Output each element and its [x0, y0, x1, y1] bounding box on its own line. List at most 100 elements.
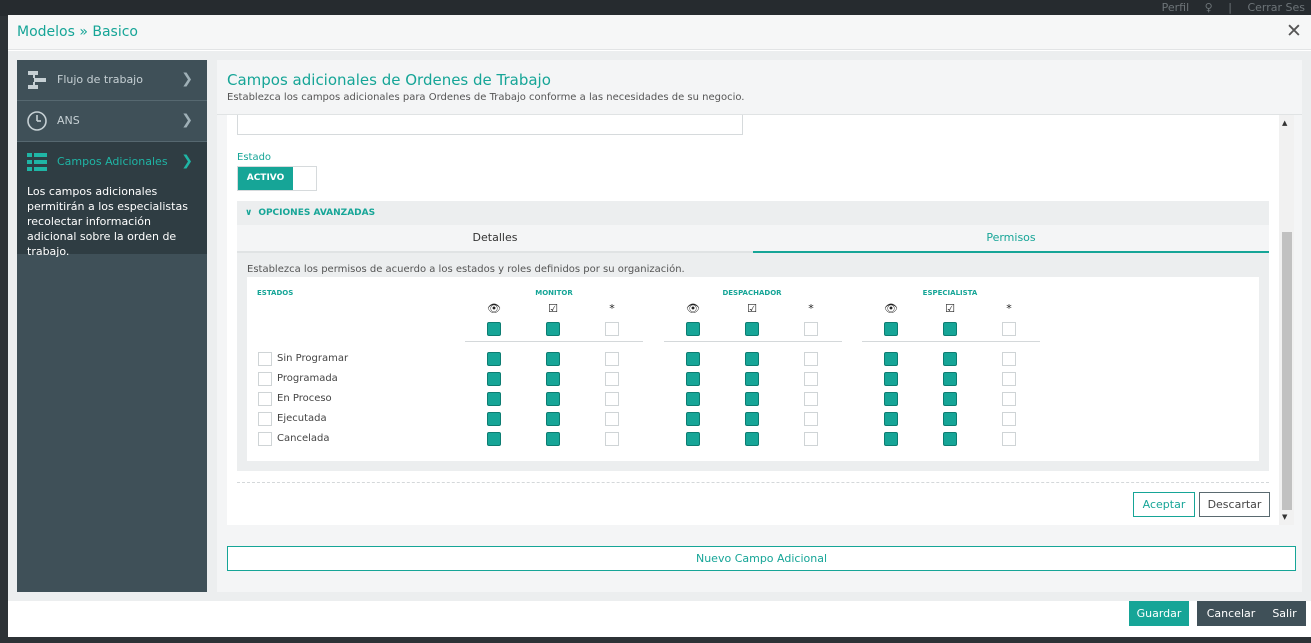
aceptar-button[interactable]: Aceptar: [1133, 492, 1195, 517]
state-checkbox[interactable]: [258, 412, 272, 426]
permission-checkbox[interactable]: [686, 392, 700, 406]
permission-checkbox[interactable]: [487, 352, 501, 366]
advanced-options-panel: ∨ OPCIONES AVANZADAS Detalles Permisos Es…: [237, 201, 1269, 471]
scrollbar-thumb[interactable]: [1282, 232, 1292, 510]
permission-checkbox[interactable]: [745, 432, 759, 446]
permission-checkbox[interactable]: [745, 352, 759, 366]
permission-checkbox[interactable]: [804, 372, 818, 386]
permission-checkbox[interactable]: [1002, 432, 1016, 446]
permission-checkbox[interactable]: [804, 392, 818, 406]
permission-checkbox[interactable]: [605, 372, 619, 386]
permission-checkbox[interactable]: [745, 392, 759, 406]
permission-checkbox[interactable]: [546, 352, 560, 366]
permission-checkbox[interactable]: [487, 432, 501, 446]
select-all-checkbox[interactable]: [745, 322, 759, 336]
state-checkbox[interactable]: [258, 432, 272, 446]
permission-checkbox[interactable]: [884, 372, 898, 386]
permission-checkbox[interactable]: [884, 432, 898, 446]
permission-checkbox[interactable]: [943, 372, 957, 386]
permission-checkbox[interactable]: [943, 432, 957, 446]
permission-checkbox[interactable]: [745, 372, 759, 386]
cancelar-button[interactable]: Cancelar: [1197, 601, 1265, 626]
tab-detalles[interactable]: Detalles: [237, 225, 753, 253]
guardar-button[interactable]: Guardar: [1129, 601, 1189, 626]
chevron-down-icon: ∨: [245, 208, 253, 218]
permission-checkbox[interactable]: [546, 392, 560, 406]
permission-checkbox[interactable]: [804, 352, 818, 366]
descartar-button[interactable]: Descartar: [1199, 492, 1270, 517]
role-header: DESPACHADOR: [722, 289, 782, 297]
permission-checkbox[interactable]: [884, 412, 898, 426]
state-checkbox[interactable]: [258, 372, 272, 386]
permission-checkbox[interactable]: [804, 412, 818, 426]
permission-checkbox[interactable]: [487, 412, 501, 426]
permission-checkbox[interactable]: [804, 432, 818, 446]
permission-checkbox[interactable]: [1002, 372, 1016, 386]
state-label: Programada: [277, 373, 338, 384]
chevron-right-icon: ❯: [181, 112, 193, 128]
state-checkbox[interactable]: [258, 352, 272, 366]
state-checkbox[interactable]: [258, 392, 272, 406]
permission-checkbox[interactable]: [546, 432, 560, 446]
close-icon[interactable]: ✕: [1285, 22, 1303, 41]
permission-checkbox[interactable]: [686, 372, 700, 386]
required-icon: *: [609, 302, 615, 315]
permission-checkbox[interactable]: [487, 392, 501, 406]
scrollbar[interactable]: ▲ ▼: [1279, 115, 1294, 525]
permission-checkbox[interactable]: [605, 432, 619, 446]
edit-icon: ☑: [747, 302, 757, 315]
select-all-checkbox[interactable]: [546, 322, 560, 336]
list-icon: [27, 153, 47, 171]
salir-button[interactable]: Salir: [1263, 601, 1306, 626]
permission-checkbox[interactable]: [1002, 392, 1016, 406]
permission-checkbox[interactable]: [605, 392, 619, 406]
permission-checkbox[interactable]: [546, 412, 560, 426]
permission-checkbox[interactable]: [605, 412, 619, 426]
eye-icon: 👁: [686, 302, 700, 315]
permission-checkbox[interactable]: [745, 412, 759, 426]
sidebar-item-ans[interactable]: ANS ❯: [17, 101, 207, 142]
required-icon: *: [808, 302, 814, 315]
permission-checkbox[interactable]: [686, 412, 700, 426]
permission-checkbox[interactable]: [686, 432, 700, 446]
permission-checkbox[interactable]: [546, 372, 560, 386]
page-subtitle: Establezca los campos adicionales para O…: [227, 92, 745, 103]
workflow-icon: [28, 71, 46, 89]
permission-checkbox[interactable]: [1002, 412, 1016, 426]
select-all-checkbox[interactable]: [1002, 322, 1016, 336]
select-all-checkbox[interactable]: [804, 322, 818, 336]
permission-checkbox[interactable]: [943, 412, 957, 426]
previous-field-input[interactable]: [237, 115, 743, 135]
select-all-checkbox[interactable]: [605, 322, 619, 336]
profile-link[interactable]: Perfil: [1162, 1, 1190, 14]
select-all-checkbox[interactable]: [884, 322, 898, 336]
permission-checkbox[interactable]: [487, 372, 501, 386]
permission-checkbox[interactable]: [943, 352, 957, 366]
permission-checkbox[interactable]: [884, 352, 898, 366]
eye-icon: 👁: [884, 302, 898, 315]
edit-icon: ☑: [548, 302, 558, 315]
modal-header: Modelos » Basico ✕: [8, 15, 1311, 50]
tab-permisos[interactable]: Permisos: [753, 225, 1269, 253]
permissions-matrix: ESTADOS MONITOR 👁 ☑ * DESPACHADOR 👁 ☑ * ESPECIAL…: [247, 277, 1259, 461]
permission-checkbox[interactable]: [605, 352, 619, 366]
permission-checkbox[interactable]: [686, 352, 700, 366]
select-all-checkbox[interactable]: [686, 322, 700, 336]
estado-toggle[interactable]: ACTIVO: [237, 166, 317, 191]
sidebar-item-label: Flujo de trabajo: [57, 73, 143, 86]
scroll-up-icon[interactable]: ▲: [1282, 119, 1287, 127]
advanced-options-label: OPCIONES AVANZADAS: [258, 208, 376, 218]
logout-link[interactable]: Cerrar Ses: [1247, 1, 1305, 14]
modal-dialog: Modelos » Basico ✕ Flujo de trabajo ❯ AN…: [8, 15, 1311, 637]
select-all-checkbox[interactable]: [943, 322, 957, 336]
advanced-options-toggle[interactable]: ∨ OPCIONES AVANZADAS: [245, 208, 375, 218]
state-label: Ejecutada: [277, 413, 327, 424]
permission-checkbox[interactable]: [1002, 352, 1016, 366]
scroll-down-icon[interactable]: ▼: [1282, 513, 1287, 521]
sidebar-item-campos-adicionales[interactable]: Campos Adicionales ❯ Los campos adiciona…: [17, 142, 207, 258]
permission-checkbox[interactable]: [943, 392, 957, 406]
nuevo-campo-button[interactable]: Nuevo Campo Adicional: [227, 546, 1296, 571]
select-all-checkbox[interactable]: [487, 322, 501, 336]
permission-checkbox[interactable]: [884, 392, 898, 406]
sidebar-item-workflow[interactable]: Flujo de trabajo ❯: [17, 60, 207, 101]
